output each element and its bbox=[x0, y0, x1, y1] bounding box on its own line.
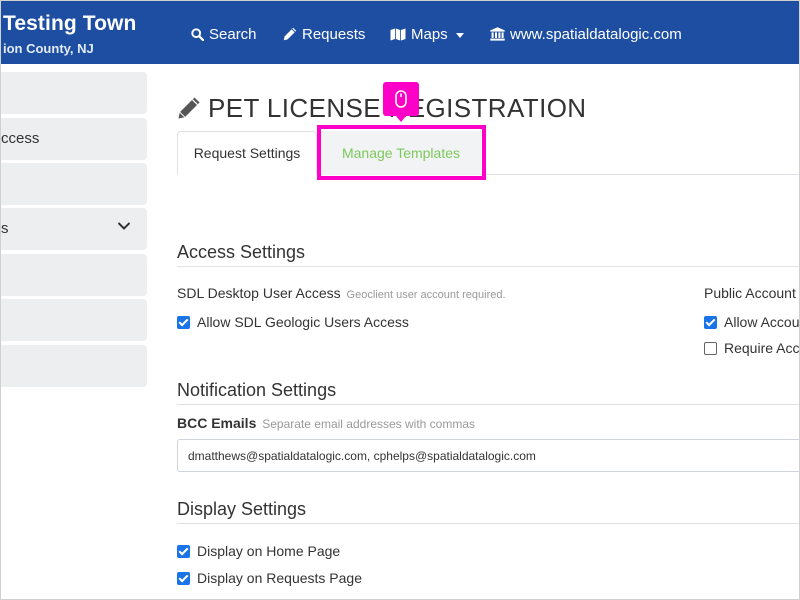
bcc-emails-hint: Separate email addresses with commas bbox=[262, 417, 476, 431]
top-navbar: Testing Town ion County, NJ Search Reque… bbox=[1, 1, 799, 64]
caret-down-icon bbox=[455, 32, 464, 38]
display-home-checkbox-row[interactable]: Display on Home Page bbox=[177, 542, 340, 560]
bank-icon bbox=[490, 27, 505, 41]
sidebar-item-label: ccess bbox=[1, 130, 40, 147]
display-requests-checkbox-row[interactable]: Display on Requests Page bbox=[177, 569, 362, 587]
mouse-icon bbox=[395, 90, 407, 108]
mouse-click-badge bbox=[383, 82, 419, 122]
bcc-emails-label: BCC Emails Separate email addresses with… bbox=[177, 415, 475, 431]
pencil-icon bbox=[283, 27, 297, 41]
search-icon bbox=[191, 27, 204, 41]
nav-search[interactable]: Search bbox=[191, 24, 257, 44]
allow-geologic-label: Allow SDL Geologic Users Access bbox=[197, 314, 409, 330]
allow-public-checkbox[interactable] bbox=[704, 315, 717, 329]
pencil-icon bbox=[178, 97, 200, 119]
bcc-emails-label-text: BCC Emails bbox=[177, 415, 257, 431]
sidebar-item-expandable[interactable]: s bbox=[1, 208, 147, 250]
page-title: PET LICENSE REGISTRATION bbox=[177, 93, 587, 123]
nav-search-label: Search bbox=[209, 25, 257, 43]
allow-geologic-checkbox-row[interactable]: Allow SDL Geologic Users Access bbox=[177, 313, 409, 331]
sidebar-item-5[interactable] bbox=[1, 254, 147, 296]
app-subtitle: ion County, NJ bbox=[3, 41, 94, 56]
sidebar-item-label: s bbox=[1, 220, 9, 237]
bcc-emails-field[interactable]: dmatthews@spatialdatalogic.com, cphelps@… bbox=[177, 439, 799, 472]
sidebar-item-1[interactable] bbox=[1, 72, 147, 114]
display-requests-checkbox[interactable] bbox=[177, 571, 190, 585]
display-home-checkbox[interactable] bbox=[177, 544, 190, 558]
nav-requests-label: Requests bbox=[302, 25, 366, 43]
desktop-access-label-text: SDL Desktop User Access bbox=[177, 285, 341, 301]
nav-maps-label: Maps bbox=[411, 25, 448, 43]
app-window: Testing Town ion County, NJ Search Reque… bbox=[0, 0, 800, 600]
sidebar-item-7[interactable] bbox=[1, 345, 147, 387]
require-public-checkbox-row[interactable]: Require Acc bbox=[704, 339, 799, 357]
allow-public-checkbox-row[interactable]: Allow Accou bbox=[704, 313, 799, 331]
require-public-checkbox[interactable] bbox=[704, 341, 717, 355]
display-requests-label: Display on Requests Page bbox=[197, 570, 362, 586]
app-title[interactable]: Testing Town bbox=[3, 12, 136, 36]
nav-website-label: www.spatialdatalogic.com bbox=[510, 25, 682, 43]
public-account-label: Public Account bbox=[704, 285, 796, 301]
allow-public-label: Allow Accou bbox=[724, 314, 800, 330]
chevron-down-icon[interactable] bbox=[117, 221, 131, 231]
tab-manage-templates[interactable]: Manage Templates bbox=[321, 131, 481, 175]
map-icon bbox=[390, 28, 406, 40]
desktop-access-hint: Geoclient user account required. bbox=[346, 289, 506, 301]
nav-website-link[interactable]: www.spatialdatalogic.com bbox=[490, 24, 682, 44]
display-home-label: Display on Home Page bbox=[197, 543, 341, 559]
sidebar-item-6[interactable] bbox=[1, 299, 147, 341]
display-settings-heading: Display Settings bbox=[177, 499, 799, 524]
allow-geologic-checkbox[interactable] bbox=[177, 315, 190, 329]
nav-requests[interactable]: Requests bbox=[283, 24, 365, 44]
desktop-access-label: SDL Desktop User Access Geoclient user a… bbox=[177, 285, 506, 301]
sidebar-item-3[interactable] bbox=[1, 163, 147, 205]
nav-maps-dropdown[interactable]: Maps bbox=[390, 24, 464, 44]
access-settings-heading: Access Settings bbox=[177, 242, 799, 267]
tab-request-settings[interactable]: Request Settings bbox=[177, 131, 317, 175]
require-public-label: Require Acc bbox=[724, 340, 800, 356]
sidebar-item-access[interactable]: ccess bbox=[1, 118, 147, 160]
notification-settings-heading: Notification Settings bbox=[177, 380, 799, 405]
